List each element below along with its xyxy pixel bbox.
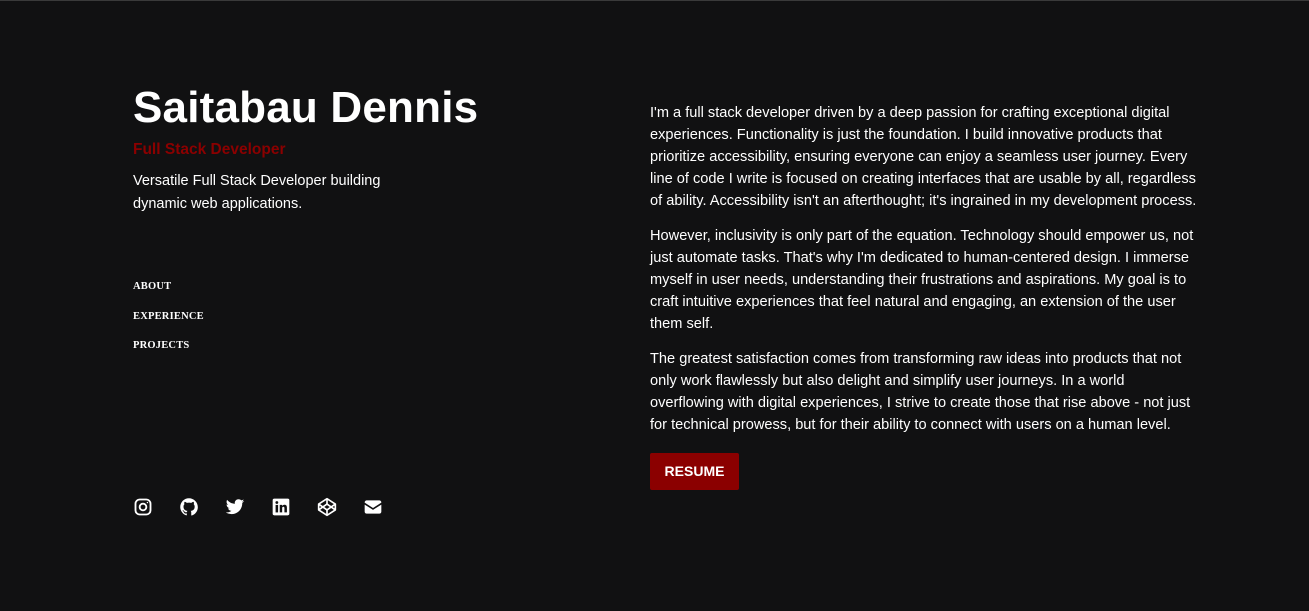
nav-item-experience: EXPERIENCE	[133, 306, 204, 336]
intro-column: Saitabau Dennis Full Stack Developer Ver…	[133, 80, 563, 540]
job-title: Full Stack Developer	[133, 141, 286, 158]
about-section: I'm a full stack developer driven by a d…	[650, 102, 1200, 490]
social-links	[133, 497, 409, 517]
linkedin-icon	[272, 498, 290, 516]
github-link[interactable]	[179, 497, 199, 517]
nav-link-projects[interactable]: PROJECTS	[133, 340, 189, 351]
about-paragraph-2: However, inclusivity is only part of the…	[650, 228, 1194, 332]
about-paragraph-1: I'm a full stack developer driven by a d…	[650, 105, 1197, 209]
mail-icon	[364, 500, 382, 514]
nav-link-about[interactable]: ABOUT	[133, 281, 171, 292]
instagram-icon	[134, 498, 152, 516]
nav-link-experience[interactable]: EXPERIENCE	[133, 311, 204, 322]
section-nav: ABOUT EXPERIENCE PROJECTS	[133, 276, 204, 365]
about-paragraph-3: The greatest satisfaction comes from tra…	[650, 351, 1191, 433]
twitter-link[interactable]	[225, 497, 245, 517]
nav-item-about: ABOUT	[133, 276, 204, 306]
email-link[interactable]	[363, 497, 383, 517]
codepen-icon	[317, 497, 337, 517]
twitter-icon	[225, 499, 245, 515]
linkedin-link[interactable]	[271, 497, 291, 517]
page-title: Saitabau Dennis	[133, 83, 479, 132]
resume-button[interactable]: RESUME	[650, 453, 739, 490]
nav-item-projects: PROJECTS	[133, 335, 204, 365]
github-icon	[180, 498, 198, 516]
tagline: Versatile Full Stack Developer building …	[133, 173, 381, 212]
instagram-link[interactable]	[133, 497, 153, 517]
top-border	[0, 0, 1309, 1]
codepen-link[interactable]	[317, 497, 337, 517]
